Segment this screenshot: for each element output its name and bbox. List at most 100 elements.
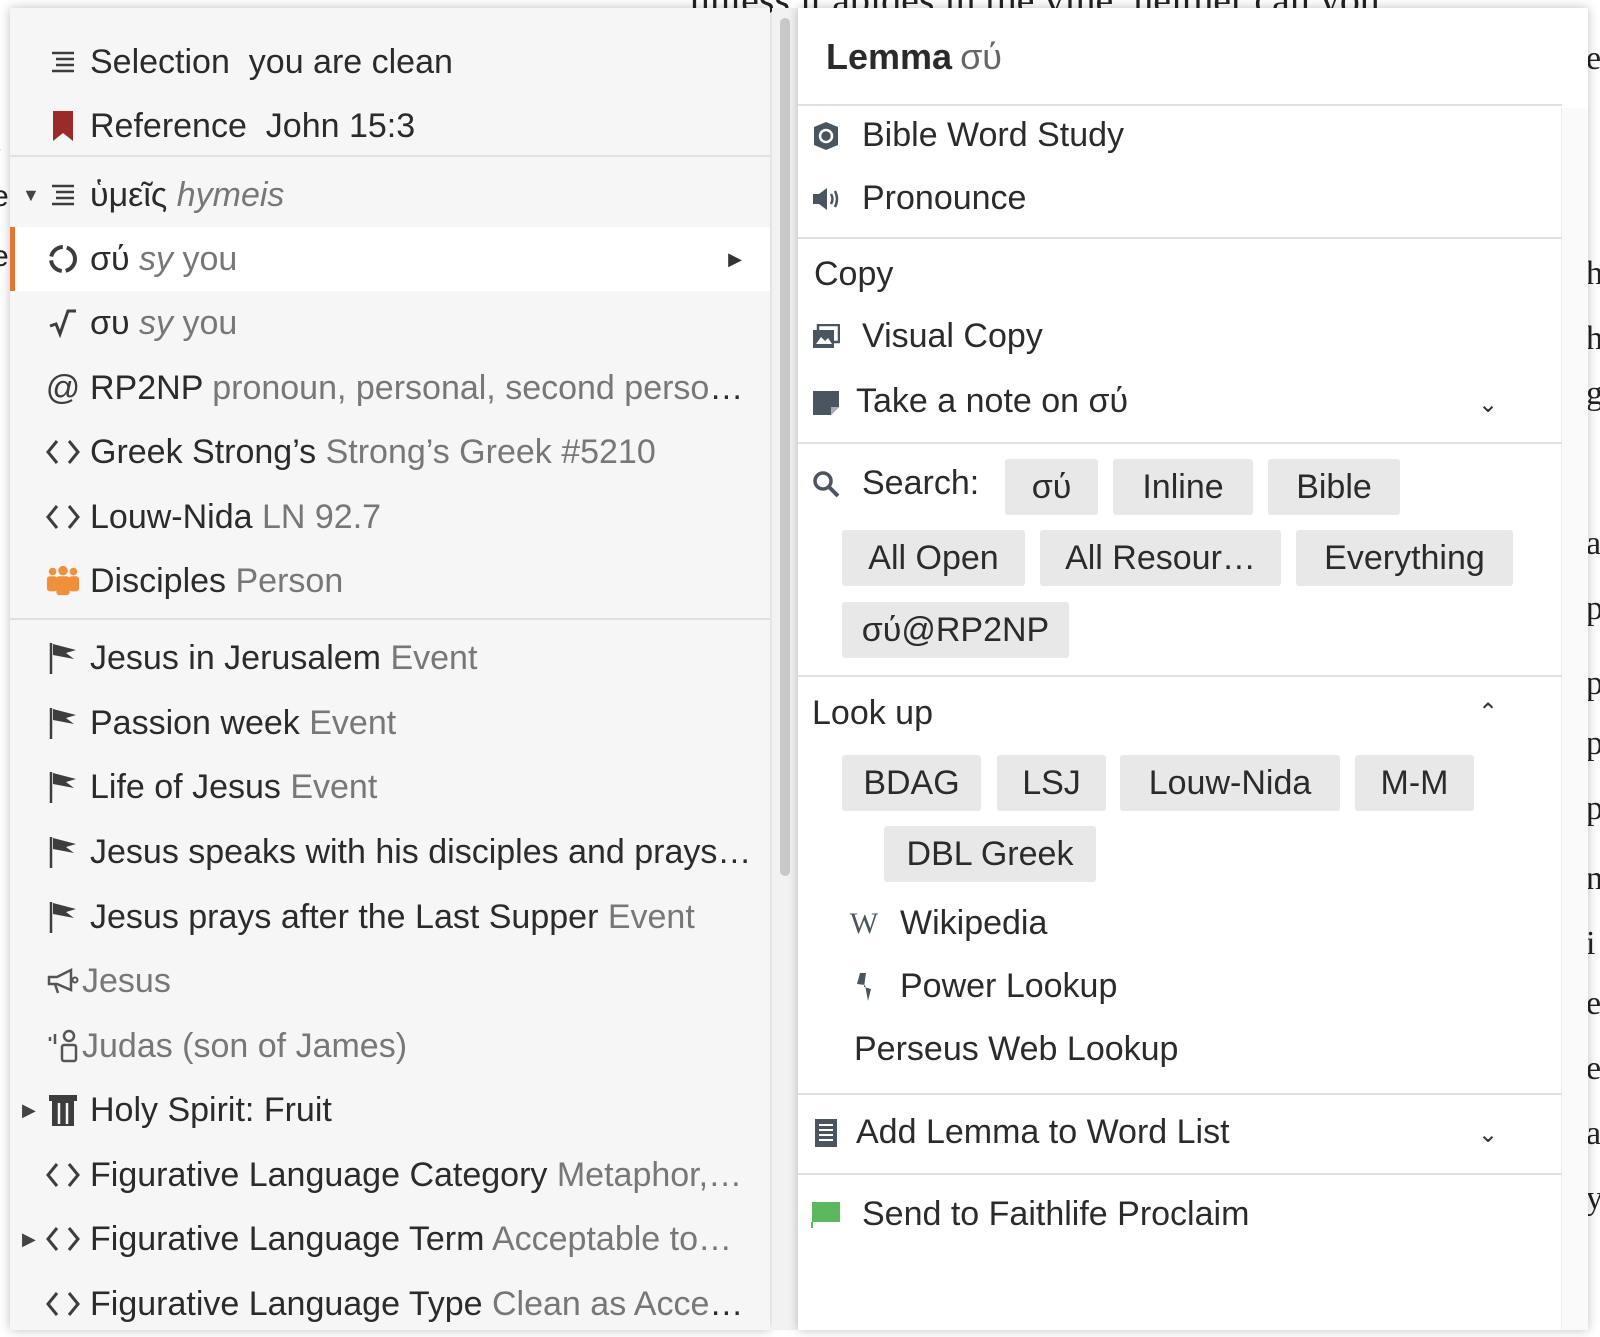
lookup-chip-lsj[interactable]: LSJ [997, 755, 1106, 811]
strongs-label: Greek Strong’s [90, 432, 317, 471]
add-word-list-item[interactable]: Add Lemma to Word List [810, 1113, 1230, 1152]
text-lines-icon [46, 42, 80, 82]
louw-nida-row[interactable]: Louw-Nida LN 92.7 [10, 485, 770, 549]
search-chip-all-open[interactable]: All Open [842, 530, 1025, 586]
pillar-icon [46, 1090, 80, 1130]
search-chip-morph[interactable]: σύ@RP2NP [842, 602, 1069, 658]
figurative-category-row[interactable]: Figurative Language Category Metaphor,… [10, 1143, 770, 1207]
expand-right-caret-icon[interactable]: ▶ [22, 1229, 36, 1250]
bookmark-icon [46, 106, 80, 146]
root-greek: συ [90, 303, 130, 342]
search-chip-bible[interactable]: Bible [1268, 459, 1400, 515]
event-desc: Event [309, 703, 397, 742]
separator [798, 1093, 1562, 1095]
lemma-row[interactable]: σύ sy you ▶ [10, 227, 770, 291]
event-label: Jesus prays after the Last Supper [90, 897, 599, 936]
separator [798, 1173, 1562, 1175]
word-list-icon [810, 1117, 842, 1149]
copy-item[interactable]: Copy [814, 255, 893, 294]
search-chip-lemma[interactable]: σύ [1005, 459, 1098, 515]
lookup-chip-mm[interactable]: M-M [1355, 755, 1474, 811]
flag-icon [46, 897, 80, 937]
speaker-icon [810, 183, 842, 215]
chevron-down-icon[interactable]: ⌄ [1478, 390, 1498, 419]
search-chip-all-resources[interactable]: All Resour… [1040, 530, 1281, 586]
reference-value: John 15:3 [265, 106, 416, 145]
title-prefix: Lemma [826, 36, 953, 77]
hymeis-translit: hymeis [176, 175, 285, 214]
chevron-down-icon[interactable]: ⌄ [1478, 1120, 1498, 1149]
perseus-label: Perseus Web Lookup [854, 1030, 1179, 1068]
submenu-arrow-icon: ▶ [728, 248, 742, 269]
send-proclaim-label: Send to Faithlife Proclaim [862, 1195, 1250, 1233]
perseus-item[interactable]: Perseus Web Lookup [854, 1030, 1178, 1069]
expand-down-caret-icon[interactable]: ▼ [22, 185, 40, 206]
speaker-label: Jesus [82, 961, 171, 1000]
expand-right-caret-icon[interactable]: ▶ [22, 1100, 36, 1121]
strongs-desc: Strong’s Greek #5210 [325, 432, 656, 471]
event-row[interactable]: Jesus in Jerusalem Event [10, 626, 770, 690]
morph-row[interactable]: @ RP2NP pronoun, personal, second person… [10, 356, 770, 420]
lookup-chip-bdag[interactable]: BDAG [842, 755, 981, 811]
search-chip-everything[interactable]: Everything [1296, 530, 1513, 586]
word-row-hymeis[interactable]: ▼ ὑμεῖς hymeis [10, 163, 770, 227]
figurative-term-row[interactable]: ▶ Figurative Language Term Acceptable to… [10, 1207, 770, 1271]
event-desc: Event [607, 897, 695, 936]
separator [798, 104, 1562, 106]
bible-word-study-item[interactable]: Bible Word Study [810, 116, 1124, 155]
wikipedia-icon: W [849, 906, 879, 940]
addressee-label: Judas (son of James) [82, 1026, 408, 1065]
lemma-translit: sy [139, 239, 174, 278]
event-row[interactable]: Jesus speaks with his disciples and pray… [10, 820, 770, 884]
separator [10, 618, 770, 620]
context-menu-right: Lemma σύ Bible Word Study Pronounce Copy … [798, 8, 1588, 1330]
fig-type-desc: Clean as Accept… [492, 1284, 760, 1323]
code-brackets-icon [46, 1284, 80, 1324]
fig-term-desc: Acceptable to… [491, 1219, 732, 1258]
right-menu-scrollbar[interactable] [1561, 108, 1588, 1330]
left-menu-scrollbar[interactable] [772, 8, 798, 1330]
search-chip-inline[interactable]: Inline [1113, 459, 1253, 515]
reference-label: Reference [90, 106, 247, 145]
event-row[interactable]: Passion week Event [10, 691, 770, 755]
code-brackets-icon [46, 1219, 80, 1259]
addressee-row[interactable]: Judas (son of James) [10, 1014, 770, 1078]
holy-spirit-row[interactable]: ▶ Holy Spirit: Fruit [10, 1078, 770, 1142]
event-row[interactable]: Jesus prays after the Last Supper Event [10, 885, 770, 949]
copy-label: Copy [814, 255, 894, 293]
flag-icon [46, 638, 80, 678]
separator [10, 155, 770, 157]
event-label: Jesus speaks with his disciples and pray… [90, 832, 752, 871]
power-lookup-item[interactable]: Power Lookup [848, 967, 1117, 1006]
speaker-row[interactable]: Jesus [10, 949, 770, 1013]
separator [798, 442, 1562, 444]
pronounce-item[interactable]: Pronounce [810, 179, 1026, 218]
fig-cat-label: Figurative Language Category [90, 1155, 548, 1194]
event-label: Passion week [90, 703, 300, 742]
take-note-item[interactable]: Take a note on σύ [810, 382, 1128, 421]
event-row[interactable]: Life of Jesus Event [10, 755, 770, 819]
image-copy-icon [810, 321, 842, 353]
figurative-type-row[interactable]: Figurative Language Type Clean as Accept… [10, 1272, 770, 1330]
lookup-chip-louw-nida[interactable]: Louw-Nida [1120, 755, 1340, 811]
event-label: Jesus in Jerusalem [90, 638, 382, 677]
selection-row[interactable]: Selection you are clean [10, 30, 770, 94]
visual-copy-label: Visual Copy [862, 317, 1043, 355]
lookup-chip-dbl-greek[interactable]: DBL Greek [884, 826, 1096, 882]
lookup-header[interactable]: Look up [812, 694, 933, 733]
chevron-up-icon[interactable]: ⌃ [1478, 698, 1498, 727]
note-icon [810, 386, 842, 418]
wikipedia-item[interactable]: W Wikipedia [848, 904, 1048, 943]
at-sign-icon: @ [45, 368, 81, 407]
background-right-edge: ehh gap ppp nie eay [1586, 40, 1600, 1217]
disciples-row[interactable]: Disciples Person [10, 549, 770, 613]
morph-desc: pronoun, personal, second person… [212, 368, 760, 407]
event-desc: Event [290, 767, 378, 806]
send-proclaim-item[interactable]: Send to Faithlife Proclaim [810, 1195, 1249, 1234]
scrollbar-thumb[interactable] [780, 18, 790, 876]
visual-copy-item[interactable]: Visual Copy [810, 317, 1043, 356]
reference-row[interactable]: Reference John 15:3 [10, 94, 770, 158]
strongs-row[interactable]: Greek Strong’s Strong’s Greek #5210 [10, 420, 770, 484]
root-row[interactable]: συ sy you [10, 291, 770, 355]
power-lookup-label: Power Lookup [900, 967, 1118, 1005]
